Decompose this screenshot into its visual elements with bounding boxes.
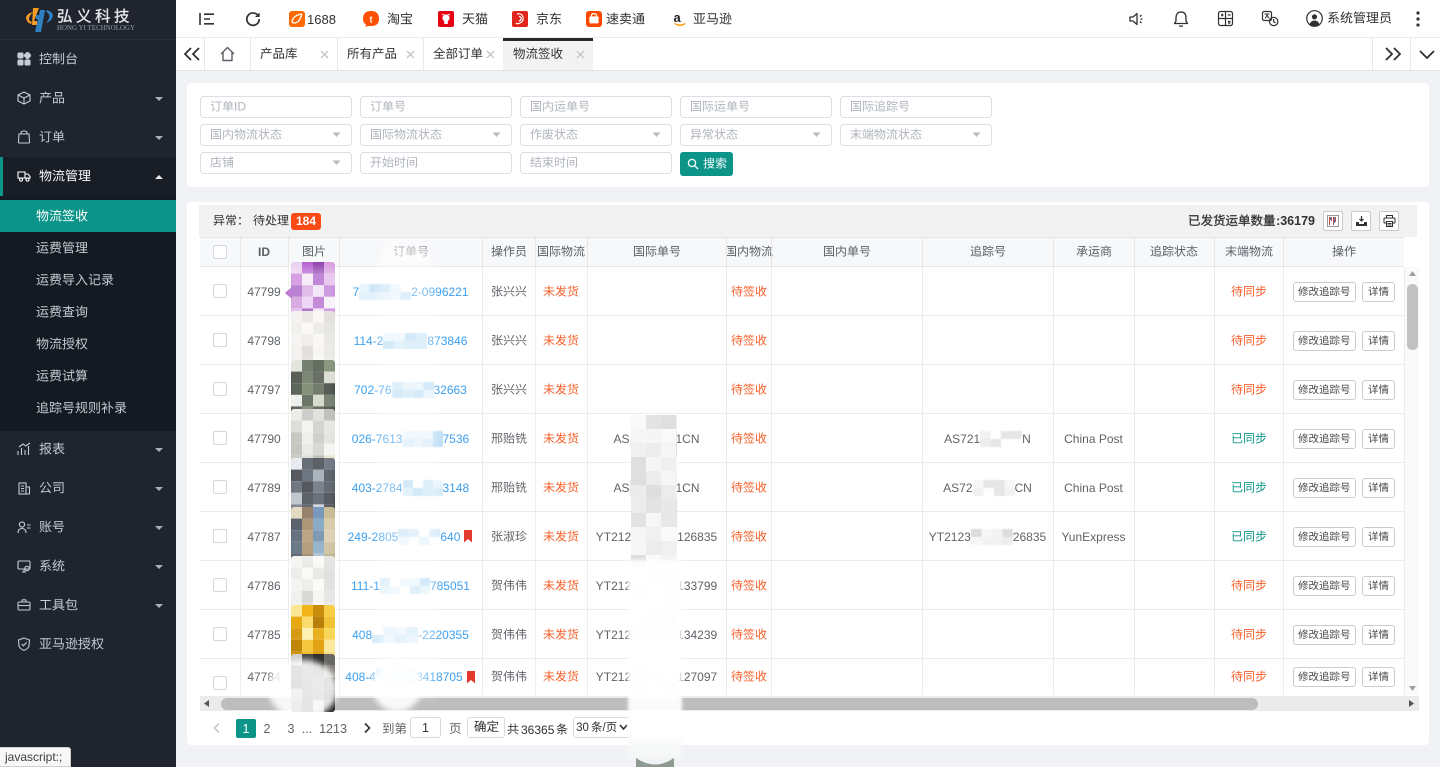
svg-text:t: t: [370, 15, 373, 25]
svg-text:/: /: [602, 722, 606, 734]
svg-text:ID: ID: [234, 100, 246, 114]
